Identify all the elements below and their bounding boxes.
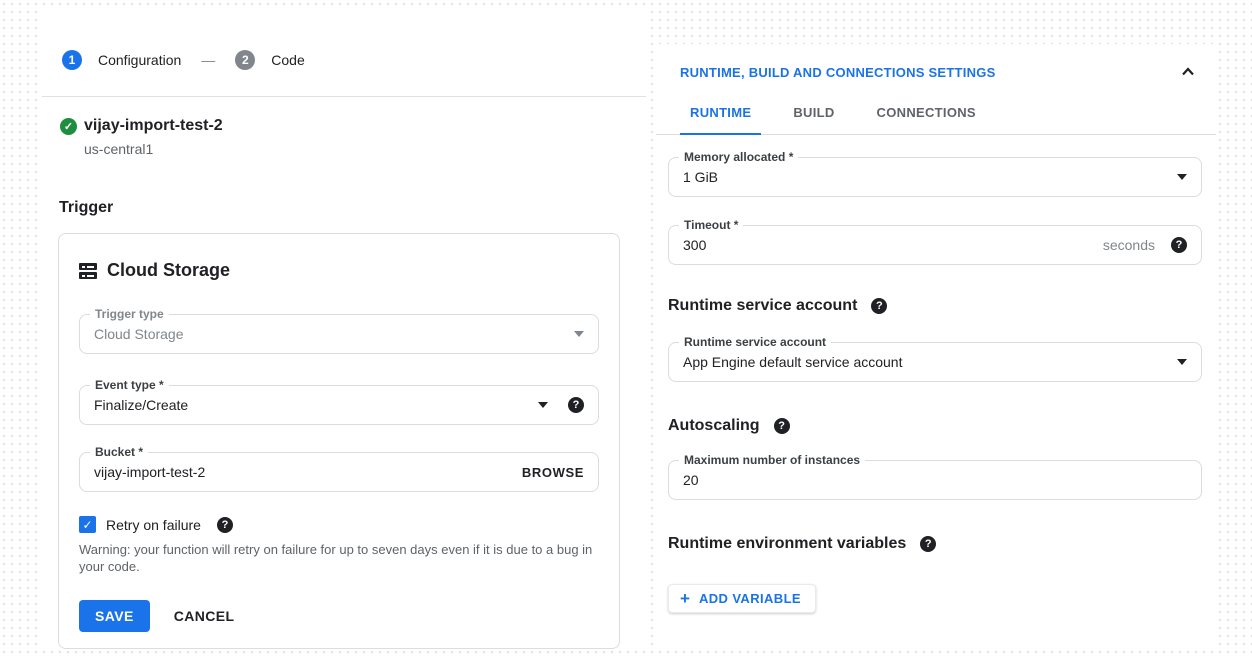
event-type-value: Finalize/Create xyxy=(94,397,538,413)
timeout-unit-suffix: seconds xyxy=(1103,237,1155,253)
retry-help-icon[interactable]: ? xyxy=(217,517,233,533)
retry-on-failure-row: ✓ Retry on failure ? xyxy=(79,516,599,533)
tab-build[interactable]: BUILD xyxy=(783,93,844,135)
event-type-label: Event type * xyxy=(90,378,169,392)
plus-icon: + xyxy=(680,592,690,606)
chevron-down-icon xyxy=(1177,359,1187,365)
step-1-label[interactable]: Configuration xyxy=(98,52,181,68)
retry-checkbox[interactable]: ✓ xyxy=(79,516,96,533)
settings-header: RUNTIME, BUILD AND CONNECTIONS SETTINGS xyxy=(656,44,1216,80)
function-identity: ✓ vijay-import-test-2 xyxy=(60,117,646,135)
tab-runtime[interactable]: RUNTIME xyxy=(680,93,761,135)
stepper: 1 Configuration — 2 Code xyxy=(42,10,646,70)
save-button[interactable]: SAVE xyxy=(79,600,150,632)
retry-warning-text: Warning: your function will retry on fai… xyxy=(79,541,603,575)
runtime-service-account-select[interactable]: Runtime service account App Engine defau… xyxy=(668,342,1202,382)
trigger-type-select[interactable]: Trigger type Cloud Storage xyxy=(79,314,599,354)
runtime-service-account-heading-text: Runtime service account xyxy=(668,297,857,315)
trigger-card: Cloud Storage Trigger type Cloud Storage… xyxy=(58,233,620,649)
stepper-divider xyxy=(42,96,646,97)
event-type-select[interactable]: Event type * Finalize/Create ? xyxy=(79,385,599,425)
bucket-input[interactable] xyxy=(94,464,522,480)
timeout-label: Timeout * xyxy=(679,218,743,232)
step-separator: — xyxy=(201,52,215,68)
memory-allocated-value: 1 GiB xyxy=(683,169,1177,185)
success-check-icon: ✓ xyxy=(60,118,77,135)
step-2-circle[interactable]: 2 xyxy=(235,50,255,70)
env-variables-heading: Runtime environment variables ? xyxy=(668,535,1202,553)
tab-connections[interactable]: CONNECTIONS xyxy=(867,93,986,135)
env-variables-help-icon[interactable]: ? xyxy=(920,536,936,552)
autoscaling-help-icon[interactable]: ? xyxy=(774,418,790,434)
env-variables-heading-text: Runtime environment variables xyxy=(668,535,906,553)
max-instances-label: Maximum number of instances xyxy=(679,453,865,467)
chevron-down-icon xyxy=(1177,174,1187,180)
function-name: vijay-import-test-2 xyxy=(84,117,223,135)
retry-label: Retry on failure xyxy=(106,517,201,533)
trigger-type-label: Trigger type xyxy=(90,307,169,321)
step-1-circle[interactable]: 1 xyxy=(62,50,82,70)
max-instances-input[interactable] xyxy=(683,472,1187,488)
event-type-help-icon[interactable]: ? xyxy=(568,397,584,413)
runtime-tab-content: Memory allocated * 1 GiB Timeout * secon… xyxy=(656,157,1216,613)
memory-allocated-select[interactable]: Memory allocated * 1 GiB xyxy=(668,157,1202,197)
cloud-storage-icon xyxy=(79,263,97,279)
collapse-chevron-up-icon[interactable] xyxy=(1180,64,1196,80)
configuration-panel: 1 Configuration — 2 Code ✓ vijay-import-… xyxy=(42,10,646,650)
runtime-settings-panel: RUNTIME, BUILD AND CONNECTIONS SETTINGS … xyxy=(656,44,1216,650)
autoscaling-heading-text: Autoscaling xyxy=(668,417,760,435)
timeout-field: Timeout * seconds ? xyxy=(668,225,1202,265)
memory-allocated-label: Memory allocated * xyxy=(679,150,798,164)
trigger-card-actions: SAVE CANCEL xyxy=(79,600,599,632)
bucket-field: Bucket * BROWSE xyxy=(79,452,599,492)
runtime-service-account-value: App Engine default service account xyxy=(683,354,1177,370)
chevron-down-icon xyxy=(574,331,584,337)
trigger-heading: Trigger xyxy=(59,199,646,217)
settings-tabs: RUNTIME BUILD CONNECTIONS xyxy=(656,93,1216,135)
browse-button[interactable]: BROWSE xyxy=(522,465,584,480)
runtime-service-account-label: Runtime service account xyxy=(679,335,831,349)
trigger-card-title: Cloud Storage xyxy=(107,260,230,281)
trigger-type-value: Cloud Storage xyxy=(94,326,574,342)
autoscaling-heading: Autoscaling ? xyxy=(668,417,1202,435)
bucket-label: Bucket * xyxy=(90,445,148,459)
service-account-help-icon[interactable]: ? xyxy=(871,298,887,314)
settings-header-title[interactable]: RUNTIME, BUILD AND CONNECTIONS SETTINGS xyxy=(680,65,996,80)
cancel-button[interactable]: CANCEL xyxy=(174,608,235,624)
add-variable-button[interactable]: + ADD VARIABLE xyxy=(668,584,816,613)
trigger-card-header: Cloud Storage xyxy=(79,260,599,281)
max-instances-field: Maximum number of instances xyxy=(668,460,1202,500)
chevron-down-icon xyxy=(538,402,548,408)
function-region: us-central1 xyxy=(84,141,646,157)
timeout-input[interactable] xyxy=(683,237,1103,253)
runtime-service-account-heading: Runtime service account ? xyxy=(668,297,1202,315)
add-variable-label: ADD VARIABLE xyxy=(699,591,801,606)
step-2-label[interactable]: Code xyxy=(271,52,304,68)
timeout-help-icon[interactable]: ? xyxy=(1171,237,1187,253)
